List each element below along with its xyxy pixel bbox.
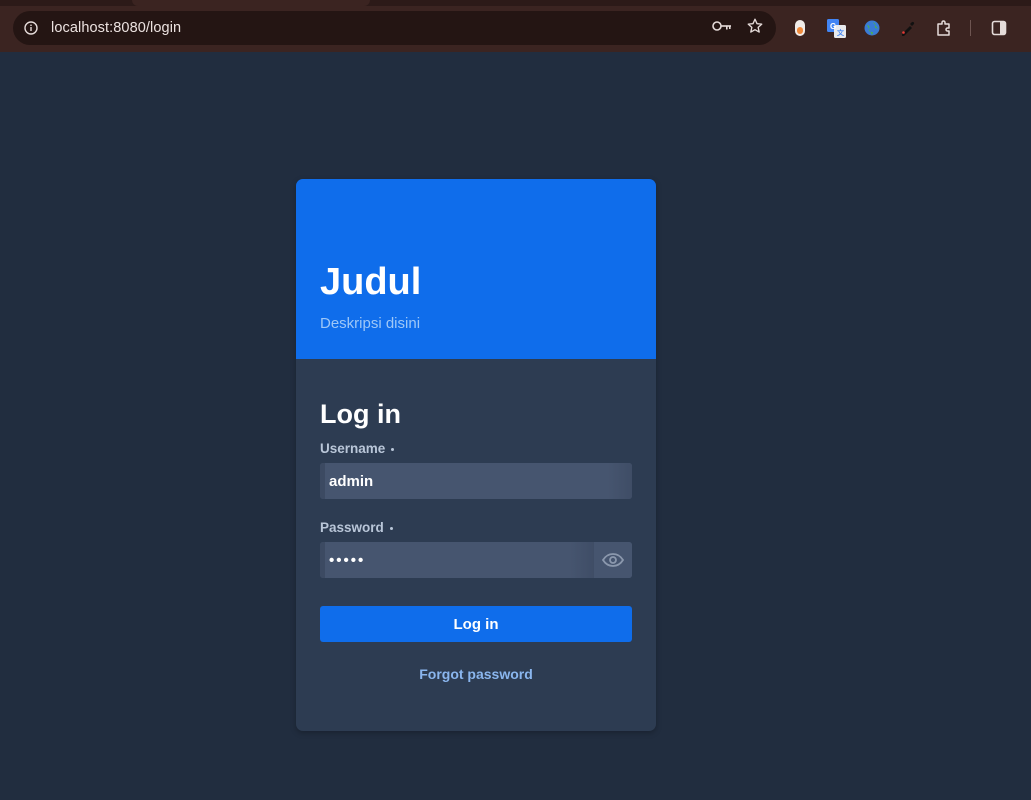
address-bar[interactable]: localhost:8080/login — [13, 11, 776, 45]
password-field-container — [320, 542, 632, 578]
forgot-password-link[interactable]: Forgot password — [320, 666, 632, 682]
url-text[interactable]: localhost:8080/login — [51, 20, 181, 36]
bookmark-star-icon[interactable] — [746, 17, 764, 40]
input-edge — [320, 463, 325, 499]
password-key-icon[interactable] — [712, 19, 732, 37]
google-translate-icon[interactable]: G 文 — [826, 18, 846, 38]
username-field-container — [320, 463, 632, 499]
login-card: Judul Deskripsi disini Log in Username P… — [296, 179, 656, 731]
card-header: Judul Deskripsi disini — [296, 179, 656, 359]
page-title: Judul — [320, 261, 422, 303]
toolbar-divider — [970, 20, 971, 36]
extension-shield-icon[interactable] — [790, 18, 810, 38]
username-label-text: Username — [320, 441, 386, 456]
input-fade — [608, 463, 632, 499]
page-description: Deskripsi disini — [320, 315, 421, 332]
extension-globe-icon[interactable] — [862, 18, 882, 38]
username-label: Username — [320, 441, 632, 456]
input-edge — [320, 542, 325, 578]
form-heading: Log in — [320, 399, 401, 429]
username-input[interactable] — [320, 463, 632, 499]
browser-toolbar: localhost:8080/login G 文 — [0, 0, 1031, 52]
input-fade — [570, 542, 594, 578]
password-label: Password — [320, 520, 632, 535]
info-icon[interactable] — [23, 20, 39, 36]
svg-text:文: 文 — [837, 28, 845, 37]
login-button[interactable]: Log in — [320, 606, 632, 642]
tab-strip — [0, 0, 1031, 6]
login-form: Log in Username Password Log in — [296, 359, 656, 682]
extensions-puzzle-icon[interactable] — [934, 18, 954, 38]
side-panel-icon[interactable] — [989, 18, 1009, 38]
password-label-text: Password — [320, 520, 384, 535]
svg-text:G: G — [830, 22, 836, 31]
show-password-toggle[interactable] — [594, 542, 632, 578]
required-indicator — [391, 447, 395, 451]
color-picker-icon[interactable] — [898, 18, 918, 38]
active-tab[interactable] — [132, 0, 370, 6]
eye-icon — [602, 553, 624, 567]
required-indicator — [389, 526, 393, 530]
